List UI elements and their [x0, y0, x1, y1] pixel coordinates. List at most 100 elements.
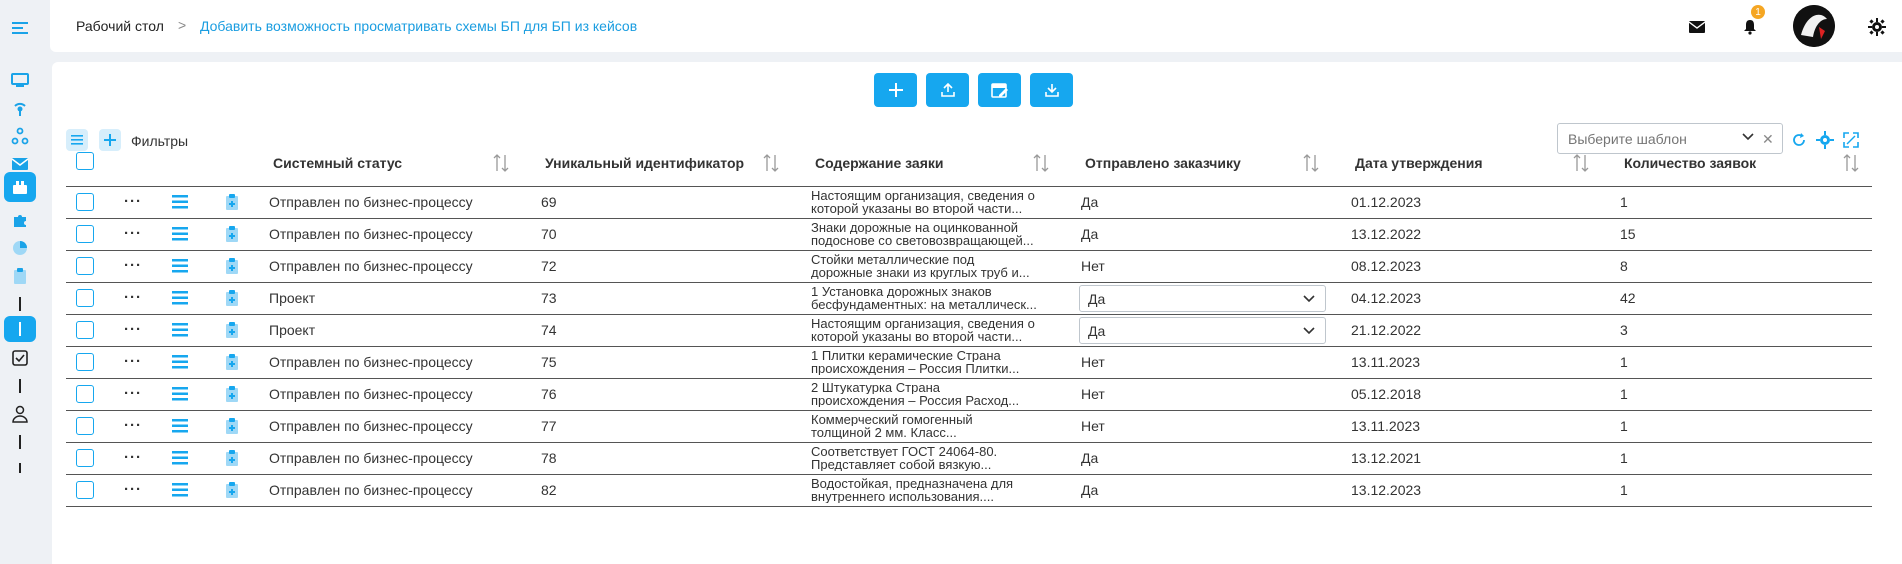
row-menu-icon[interactable]: ···: [124, 194, 142, 209]
user-icon[interactable]: [4, 400, 36, 428]
column-header-sent[interactable]: Отправлено заказчику: [1085, 155, 1241, 171]
bar-icon[interactable]: [4, 454, 36, 482]
sent-select[interactable]: Да: [1079, 285, 1326, 312]
row-clipboard-icon[interactable]: [225, 353, 241, 370]
row-menu-icon[interactable]: ···: [124, 450, 142, 465]
row-menu-icon[interactable]: ···: [124, 482, 142, 497]
network-icon[interactable]: [4, 122, 36, 150]
row-checkbox[interactable]: [76, 353, 94, 371]
row-clipboard-icon[interactable]: [225, 481, 241, 498]
cell-sent: Да: [1081, 226, 1099, 242]
sort-icon[interactable]: [1302, 153, 1320, 173]
row-checkbox[interactable]: [76, 417, 94, 435]
row-checkbox[interactable]: [76, 385, 94, 403]
breadcrumb-current[interactable]: Добавить возможность просматривать схемы…: [200, 18, 637, 34]
cases-icon[interactable]: [4, 172, 36, 202]
sort-icon[interactable]: [492, 153, 510, 173]
refresh-icon[interactable]: [1788, 129, 1810, 151]
sort-icon[interactable]: [762, 153, 780, 173]
row-list-icon[interactable]: [172, 386, 188, 402]
monitor-icon[interactable]: [4, 66, 36, 94]
column-header-status[interactable]: Системный статус: [273, 155, 402, 171]
row-list-icon[interactable]: [172, 482, 188, 498]
pie-chart-icon[interactable]: [4, 234, 36, 262]
row-menu-icon[interactable]: ···: [124, 226, 142, 241]
row-clipboard-icon[interactable]: [225, 289, 241, 306]
download-button[interactable]: [1030, 73, 1073, 107]
row-list-icon[interactable]: [172, 226, 188, 242]
row-checkbox[interactable]: [76, 257, 94, 275]
puzzle-icon[interactable]: [4, 206, 36, 234]
avatar[interactable]: [1793, 5, 1835, 47]
sort-icon[interactable]: [1032, 153, 1050, 173]
add-filter-button[interactable]: [99, 129, 121, 151]
row-menu-icon[interactable]: ···: [124, 386, 142, 401]
clipboard-icon[interactable]: [4, 262, 36, 290]
row-menu-icon[interactable]: ···: [124, 354, 142, 369]
row-clipboard-icon[interactable]: [225, 193, 241, 210]
template-select[interactable]: ✕: [1557, 123, 1783, 154]
row-list-icon[interactable]: [172, 290, 188, 306]
notification-badge: 1: [1751, 5, 1765, 19]
checkbox-icon[interactable]: [4, 344, 36, 372]
row-clipboard-icon[interactable]: [225, 417, 241, 434]
template-input[interactable]: [1566, 129, 1726, 149]
row-clipboard-icon[interactable]: [225, 385, 241, 402]
breadcrumb-root[interactable]: Рабочий стол: [76, 18, 164, 34]
row-menu-icon[interactable]: ···: [124, 322, 142, 337]
chevron-down-icon[interactable]: [1742, 132, 1754, 142]
signal-icon[interactable]: [4, 94, 36, 122]
select-all-checkbox[interactable]: [76, 152, 94, 170]
row-divider: [66, 506, 1872, 507]
cell-status: Проект: [269, 322, 316, 338]
gear-icon[interactable]: [1866, 16, 1888, 38]
divider-icon[interactable]: [4, 290, 36, 318]
row-menu-icon[interactable]: ···: [124, 418, 142, 433]
row-clipboard-icon[interactable]: [225, 321, 241, 338]
column-header-count[interactable]: Количество заявок: [1624, 155, 1756, 171]
menu-icon[interactable]: [4, 14, 36, 42]
cell-content-line: происхождения – Россия Плитки...: [811, 362, 1020, 375]
bar-icon[interactable]: [4, 428, 36, 456]
clear-icon[interactable]: ✕: [1762, 132, 1774, 146]
cell-date: 13.12.2023: [1351, 482, 1422, 498]
cell-content: Знаки дорожные на оцинкованной подоснове…: [811, 221, 1056, 247]
cell-status: Отправлен по бизнес-процессу: [269, 354, 473, 370]
row-menu-icon[interactable]: ···: [124, 258, 142, 273]
row-checkbox[interactable]: [76, 481, 94, 499]
row-checkbox[interactable]: [76, 225, 94, 243]
row-checkbox[interactable]: [76, 289, 94, 307]
expand-icon[interactable]: [1840, 129, 1862, 151]
upload-button[interactable]: [926, 73, 969, 107]
filters-label[interactable]: Фильтры: [131, 133, 188, 149]
row-checkbox[interactable]: [76, 449, 94, 467]
bell-icon[interactable]: [1739, 16, 1761, 38]
active-item-icon[interactable]: [4, 316, 36, 342]
add-button[interactable]: [874, 73, 917, 107]
row-list-icon[interactable]: [172, 354, 188, 370]
row-list-icon[interactable]: [172, 322, 188, 338]
row-divider: [66, 314, 1872, 315]
settings-icon[interactable]: [1814, 129, 1836, 151]
column-header-content[interactable]: Содержание заяки: [815, 155, 943, 171]
row-list-icon[interactable]: [172, 418, 188, 434]
row-clipboard-icon[interactable]: [225, 257, 241, 274]
row-clipboard-icon[interactable]: [225, 225, 241, 242]
cell-content: 2 Штукатурка Страна происхождения – Росс…: [811, 381, 1056, 407]
row-checkbox[interactable]: [76, 321, 94, 339]
column-header-date[interactable]: Дата утверждения: [1355, 155, 1483, 171]
row-list-icon[interactable]: [172, 194, 188, 210]
sent-select[interactable]: Да: [1079, 317, 1326, 344]
row-list-icon[interactable]: [172, 258, 188, 274]
mail-icon[interactable]: [1686, 16, 1708, 38]
row-list-icon[interactable]: [172, 450, 188, 466]
column-header-id[interactable]: Уникальный идентификатор: [545, 155, 744, 171]
row-menu-icon[interactable]: ···: [124, 290, 142, 305]
list-view-button[interactable]: [66, 129, 88, 151]
row-checkbox[interactable]: [76, 193, 94, 211]
sort-icon[interactable]: [1842, 153, 1860, 173]
sort-icon[interactable]: [1572, 153, 1590, 173]
row-clipboard-icon[interactable]: [225, 449, 241, 466]
bar-icon[interactable]: [4, 372, 36, 400]
edit-calendar-button[interactable]: [978, 73, 1021, 107]
